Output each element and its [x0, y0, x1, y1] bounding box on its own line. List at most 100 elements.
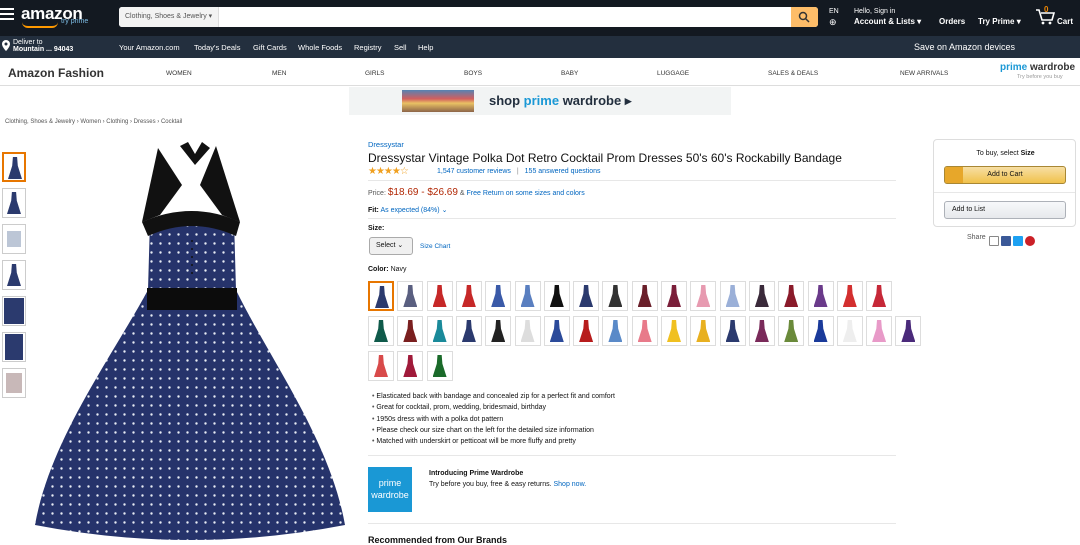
- signin-greeting[interactable]: Hello, Sign in: [854, 8, 895, 15]
- add-to-cart-button[interactable]: Add to Cart: [944, 166, 1066, 184]
- free-return-link[interactable]: Free Return on some sizes and colors: [466, 190, 584, 197]
- thumbnail-4[interactable]: [2, 260, 26, 290]
- subnav-item-whole-foods[interactable]: Whole Foods: [298, 43, 342, 52]
- color-swatch[interactable]: [514, 281, 541, 311]
- thumbnail-6[interactable]: [2, 332, 26, 362]
- brand-link[interactable]: Dressystar: [368, 140, 404, 149]
- color-swatch[interactable]: [778, 316, 805, 346]
- color-swatch[interactable]: [690, 281, 717, 311]
- fashion-nav-women[interactable]: WOMEN: [166, 70, 192, 77]
- fashion-nav-girls[interactable]: GIRLS: [365, 70, 385, 77]
- prime-wardrobe-logo[interactable]: prime wardrobe: [1000, 62, 1075, 73]
- color-swatch[interactable]: [455, 316, 482, 346]
- color-swatch[interactable]: [397, 316, 424, 346]
- color-swatch[interactable]: [836, 281, 863, 311]
- color-swatch[interactable]: [778, 281, 805, 311]
- color-swatch[interactable]: [602, 281, 629, 311]
- subnav-item-your-amazon[interactable]: Your Amazon.com: [119, 43, 180, 52]
- shop-now-link[interactable]: Shop now.: [554, 481, 587, 488]
- color-swatch[interactable]: [426, 351, 453, 381]
- chevron-down-icon[interactable]: ⌄: [442, 207, 448, 214]
- questions-link[interactable]: 155 answered questions: [525, 168, 601, 175]
- color-swatch[interactable]: [719, 316, 746, 346]
- color-swatch[interactable]: [485, 281, 512, 311]
- color-swatch[interactable]: [748, 281, 775, 311]
- pinterest-share-icon[interactable]: [1025, 236, 1035, 246]
- subnav-item-gift-cards[interactable]: Gift Cards: [253, 43, 287, 52]
- color-swatch[interactable]: [661, 316, 687, 346]
- color-swatch[interactable]: [807, 316, 834, 346]
- color-swatch[interactable]: [573, 281, 600, 311]
- color-swatch[interactable]: [690, 316, 717, 346]
- thumbnail-5[interactable]: [2, 296, 26, 326]
- fashion-nav-baby[interactable]: BABY: [561, 70, 578, 77]
- color-swatch[interactable]: [573, 316, 600, 346]
- color-swatch[interactable]: [661, 281, 687, 311]
- color-swatch[interactable]: [368, 281, 394, 311]
- subnav-item-registry[interactable]: Registry: [354, 43, 382, 52]
- fashion-title[interactable]: Amazon Fashion: [8, 66, 104, 80]
- search-category-dropdown[interactable]: Clothing, Shoes & Jewelry ▾: [119, 7, 220, 27]
- thumbnail-3[interactable]: [2, 224, 26, 254]
- fashion-nav-sales-deals[interactable]: SALES & DEALS: [768, 70, 818, 77]
- color-swatch[interactable]: [836, 316, 863, 346]
- thumbnail-7[interactable]: [2, 368, 26, 398]
- account-lists-menu[interactable]: Account & Lists ▾: [854, 17, 921, 26]
- reviews-link[interactable]: 1,547 customer reviews: [437, 168, 511, 175]
- search-bar[interactable]: Clothing, Shoes & Jewelry ▾: [119, 7, 818, 27]
- subnav-item-sell[interactable]: Sell: [394, 43, 407, 52]
- color-swatch[interactable]: [895, 316, 922, 346]
- size-chart-link[interactable]: Size Chart: [420, 243, 450, 250]
- color-swatch[interactable]: [543, 316, 570, 346]
- subnav-item-todays-deals[interactable]: Today's Deals: [194, 43, 240, 52]
- color-swatch[interactable]: [631, 281, 658, 311]
- color-swatch[interactable]: [368, 316, 394, 346]
- fashion-nav-men[interactable]: MEN: [272, 70, 286, 77]
- color-swatch[interactable]: [368, 351, 394, 381]
- size-select[interactable]: Select ⌄: [369, 237, 413, 255]
- add-to-list-button[interactable]: Add to List: [944, 201, 1066, 219]
- orders-link[interactable]: Orders: [939, 17, 965, 26]
- thumbnail-2[interactable]: [2, 188, 26, 218]
- color-swatch[interactable]: [426, 281, 453, 311]
- subnav-item-help[interactable]: Help: [418, 43, 433, 52]
- deliver-to-location[interactable]: Mountain ... 94043: [13, 46, 73, 53]
- try-prime-sublabel[interactable]: try prime: [61, 18, 88, 25]
- language-selector[interactable]: EN: [829, 8, 839, 15]
- color-swatch[interactable]: [866, 316, 893, 346]
- color-swatch[interactable]: [397, 351, 424, 381]
- twitter-share-icon[interactable]: [1013, 236, 1023, 246]
- color-swatch[interactable]: [602, 316, 629, 346]
- color-swatch[interactable]: [426, 316, 453, 346]
- breadcrumb[interactable]: Clothing, Shoes & Jewelry › Women › Clot…: [5, 119, 182, 125]
- thumbnail-1[interactable]: [2, 152, 26, 182]
- try-prime-menu[interactable]: Try Prime ▾: [978, 17, 1021, 26]
- prime-wardrobe-banner[interactable]: shop prime wardrobe ▸: [349, 87, 731, 115]
- menu-icon[interactable]: [0, 8, 14, 22]
- prime-wardrobe-badge[interactable]: prime wardrobe: [368, 467, 412, 512]
- devices-promo-link[interactable]: Save on Amazon devices: [914, 42, 1015, 52]
- fashion-nav-luggage[interactable]: LUGGAGE: [657, 70, 689, 77]
- color-swatch[interactable]: [514, 316, 541, 346]
- color-swatch[interactable]: [807, 281, 834, 311]
- main-product-image[interactable]: [30, 140, 350, 544]
- color-swatch[interactable]: [543, 281, 570, 311]
- color-swatch[interactable]: [631, 316, 658, 346]
- fit-value-link[interactable]: As expected (84%): [380, 207, 439, 214]
- color-swatch[interactable]: [866, 281, 893, 311]
- globe-icon[interactable]: ⊕: [829, 17, 837, 28]
- reviews-line: 1,547 customer reviews | 155 answered qu…: [437, 168, 601, 175]
- color-swatch[interactable]: [719, 281, 746, 311]
- color-swatch[interactable]: [397, 281, 424, 311]
- facebook-share-icon[interactable]: [1001, 236, 1011, 246]
- color-swatch[interactable]: [748, 316, 775, 346]
- search-button[interactable]: [791, 7, 818, 27]
- email-share-icon[interactable]: [989, 236, 999, 246]
- color-swatch[interactable]: [455, 281, 482, 311]
- fashion-nav-boys[interactable]: BOYS: [464, 70, 482, 77]
- fashion-nav-new-arrivals[interactable]: NEW ARRIVALS: [900, 70, 948, 77]
- cart-label[interactable]: Cart: [1057, 17, 1073, 26]
- star-rating[interactable]: ★★★★☆: [368, 166, 409, 177]
- color-swatch[interactable]: [485, 316, 512, 346]
- deliver-to-label[interactable]: Deliver to: [13, 39, 43, 46]
